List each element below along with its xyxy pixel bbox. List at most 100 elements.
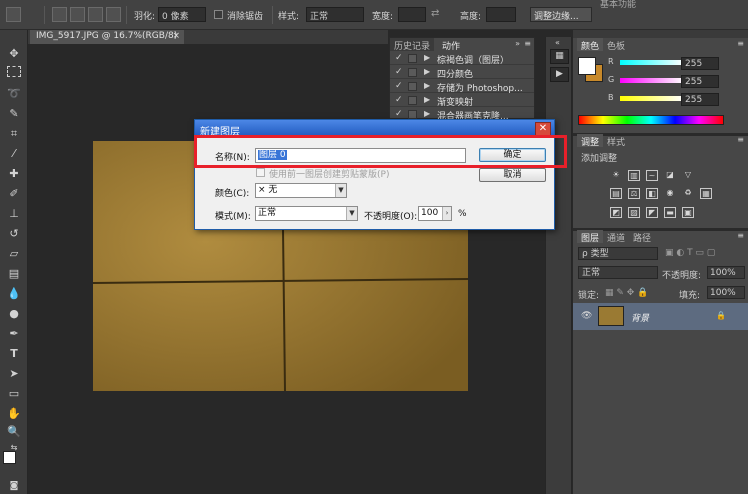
tab-color[interactable]: 颜色 xyxy=(577,38,604,52)
action-dialog-toggle[interactable] xyxy=(408,68,417,77)
refine-edge-button[interactable]: 调整边缘... xyxy=(530,7,592,22)
color-select[interactable]: × 无 ▼ xyxy=(255,183,347,198)
collapse-icon[interactable]: « xyxy=(555,38,560,47)
quick-select-tool-icon[interactable]: ✎ xyxy=(5,106,23,122)
layer-name[interactable]: 背景 xyxy=(631,311,649,324)
levels-icon[interactable]: ▥ xyxy=(628,170,640,181)
expand-triangle-icon[interactable]: ▶ xyxy=(424,67,430,76)
swap-icon[interactable]: ⇄ xyxy=(431,8,439,19)
workspace-label[interactable]: 基本功能 xyxy=(600,0,636,10)
tab-swatches[interactable]: 色板 xyxy=(603,38,629,52)
close-tab-icon[interactable]: × xyxy=(172,31,180,41)
blue-slider[interactable] xyxy=(620,96,683,101)
healing-brush-tool-icon[interactable]: ✚ xyxy=(5,166,23,182)
path-select-tool-icon[interactable]: ➤ xyxy=(5,366,23,382)
chevron-down-icon[interactable]: ▼ xyxy=(346,207,357,220)
blue-value[interactable]: 255 xyxy=(681,93,719,106)
red-slider[interactable] xyxy=(620,60,683,65)
blend-mode-select[interactable]: 正常 xyxy=(578,266,658,279)
tab-actions[interactable]: 动作 xyxy=(438,38,465,52)
brightness-icon[interactable]: ☀ xyxy=(610,170,622,181)
action-check[interactable]: ✓ xyxy=(395,81,403,91)
blur-tool-icon[interactable]: 💧 xyxy=(5,286,23,302)
document-tab[interactable]: IMG_5917.JPG @ 16.7%(RGB/8) × xyxy=(30,30,184,44)
action-check[interactable]: ✓ xyxy=(395,109,403,119)
history-brush-tool-icon[interactable]: ↺ xyxy=(5,226,23,242)
filter-icons[interactable]: ▣ ◐ T ▭ ▢ xyxy=(665,248,715,258)
actions-panel-icon[interactable]: ▶ xyxy=(550,67,569,82)
layer-opacity-input[interactable]: 100% xyxy=(707,266,745,279)
eyedropper-tool-icon[interactable]: ⁄ xyxy=(5,146,23,162)
tab-adjustments[interactable]: 调整 xyxy=(577,134,604,148)
style-select[interactable]: 正常 xyxy=(306,7,364,22)
action-row[interactable]: ✓ ▶ 四分颜色 xyxy=(390,66,534,80)
marquee-tool-preset-icon[interactable] xyxy=(6,7,21,22)
threshold-icon[interactable]: ◤ xyxy=(646,207,658,218)
green-value[interactable]: 255 xyxy=(681,75,719,88)
foreground-color-swatch[interactable] xyxy=(3,451,16,464)
feather-input[interactable]: 0 像素 xyxy=(158,7,206,22)
history-panel-icon[interactable]: ▦ xyxy=(550,49,569,64)
tab-layers[interactable]: 图层 xyxy=(577,230,604,244)
visibility-eye-icon[interactable]: 👁 xyxy=(581,311,592,321)
fill-input[interactable]: 100% xyxy=(707,286,745,299)
intersect-selection-icon[interactable] xyxy=(106,7,121,22)
exposure-icon[interactable]: ◪ xyxy=(664,170,676,181)
dodge-tool-icon[interactable]: ● xyxy=(5,306,23,322)
tab-paths[interactable]: 路径 xyxy=(629,230,655,244)
height-input[interactable] xyxy=(486,7,516,22)
gradient-map-icon[interactable]: ▬ xyxy=(664,207,676,218)
type-tool-icon[interactable]: T xyxy=(5,346,23,362)
color-lookup-icon[interactable]: ▦ xyxy=(700,188,712,199)
channel-mixer-icon[interactable]: ♻ xyxy=(682,188,694,199)
crop-tool-icon[interactable]: ⌗ xyxy=(5,126,23,142)
action-row[interactable]: ✓ ▶ 渐变映射 xyxy=(390,94,534,108)
stamp-tool-icon[interactable]: ⊥ xyxy=(5,206,23,222)
subtract-selection-icon[interactable] xyxy=(88,7,103,22)
expand-triangle-icon[interactable]: ▶ xyxy=(424,95,430,104)
layer-kind-filter[interactable]: ρ 类型 xyxy=(578,247,658,260)
clip-mask-checkbox[interactable] xyxy=(256,168,265,177)
selective-color-icon[interactable]: ▣ xyxy=(682,207,694,218)
lasso-tool-icon[interactable]: ➰ xyxy=(5,86,23,102)
width-input[interactable] xyxy=(398,7,426,22)
hue-saturation-icon[interactable]: ▤ xyxy=(610,188,622,199)
collapse-icon[interactable]: » xyxy=(515,39,520,48)
action-dialog-toggle[interactable] xyxy=(408,82,417,91)
action-check[interactable]: ✓ xyxy=(395,53,403,63)
expand-triangle-icon[interactable]: ▶ xyxy=(424,53,430,62)
foreground-color-swatch[interactable] xyxy=(578,57,596,75)
antialias-checkbox[interactable] xyxy=(214,10,223,19)
green-slider[interactable] xyxy=(620,78,683,83)
hand-tool-icon[interactable]: ✋ xyxy=(5,406,23,422)
move-tool-icon[interactable]: ✥ xyxy=(5,46,23,62)
dialog-close-button[interactable]: ✕ xyxy=(535,122,551,136)
cancel-button[interactable]: 取消 xyxy=(479,168,546,182)
chevron-down-icon[interactable]: ▼ xyxy=(335,184,346,197)
posterize-icon[interactable]: ▨ xyxy=(628,207,640,218)
add-selection-icon[interactable] xyxy=(70,7,85,22)
panel-menu-icon[interactable]: ≡ xyxy=(524,39,531,48)
quick-mask-icon[interactable]: ◙ xyxy=(5,478,23,494)
zoom-tool-icon[interactable]: 🔍 xyxy=(5,424,23,440)
tab-styles[interactable]: 样式 xyxy=(603,134,629,148)
tab-history[interactable]: 历史记录 xyxy=(390,38,435,52)
panel-menu-icon[interactable]: ≡ xyxy=(737,135,744,144)
eraser-tool-icon[interactable]: ▱ xyxy=(5,246,23,262)
color-spectrum-ramp[interactable] xyxy=(578,115,724,125)
action-dialog-toggle[interactable] xyxy=(408,96,417,105)
action-check[interactable]: ✓ xyxy=(395,95,403,105)
expand-triangle-icon[interactable]: ▶ xyxy=(424,109,430,118)
expand-triangle-icon[interactable]: ▶ xyxy=(424,81,430,90)
curves-icon[interactable]: ~ xyxy=(646,170,658,181)
black-white-icon[interactable]: ◧ xyxy=(646,188,658,199)
marquee-tool-icon[interactable] xyxy=(7,66,21,77)
dialog-opacity-input[interactable]: 100 › xyxy=(418,206,452,221)
color-balance-icon[interactable]: ⚖ xyxy=(628,188,640,199)
new-selection-icon[interactable] xyxy=(52,7,67,22)
red-value[interactable]: 255 xyxy=(681,57,719,70)
panel-menu-icon[interactable]: ≡ xyxy=(737,39,744,48)
gradient-tool-icon[interactable]: ▤ xyxy=(5,266,23,282)
photo-filter-icon[interactable]: ◉ xyxy=(664,188,676,199)
action-dialog-toggle[interactable] xyxy=(408,110,417,119)
